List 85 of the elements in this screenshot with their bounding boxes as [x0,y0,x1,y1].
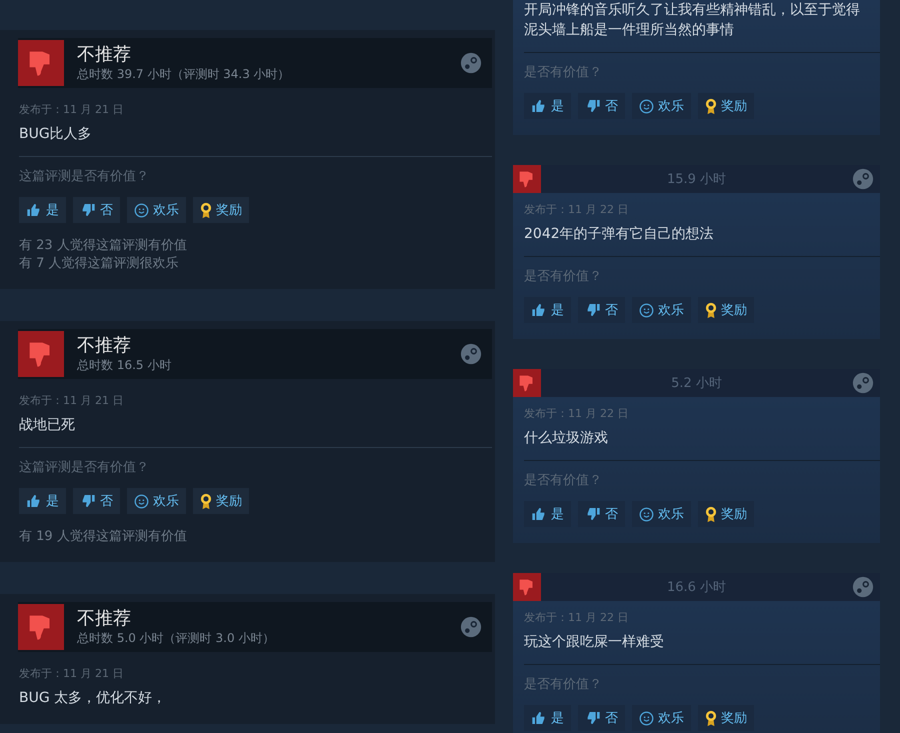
thumbs-up-icon [531,302,547,318]
playtime-text: 总时数 5.0 小时（评测时 3.0 小时） [77,630,276,646]
review-text: BUG 太多，优化不好， [19,689,168,708]
award-icon [705,302,717,318]
award-button[interactable]: 奖励 [698,501,754,527]
smile-icon [639,710,654,726]
logo-icon [852,576,874,598]
no-button[interactable]: 否 [73,197,120,223]
verdict-title: 不推荐 [77,44,132,66]
award-icon [705,506,717,522]
logo-icon [852,168,874,190]
smile-icon [134,202,149,218]
posted-date: 发布于：11 月 22 日 [524,202,630,217]
helpful-question: 这篇评测是否有价值？ [19,459,150,476]
verdict-title: 不推荐 [77,335,132,357]
posted-date: 发布于：11 月 21 日 [19,102,124,117]
no-button[interactable]: 否 [578,297,625,323]
posted-date: 发布于：11 月 22 日 [524,406,630,421]
yes-button[interactable]: 是 [524,93,571,119]
thumbs-down-icon [585,302,601,318]
helpful-count: 有 7 人觉得这篇评测很欢乐 [19,255,180,273]
smile-icon [639,302,654,318]
smile-icon [134,494,149,508]
posted-date: 发布于：11 月 22 日 [524,610,630,625]
review-text: 玩这个跟吃屎一样难受 [524,633,665,652]
logo-icon [852,372,874,394]
playtime-text: 总时数 39.7 小时（评测时 34.3 小时） [77,66,291,82]
logo-icon [460,616,482,638]
no-button[interactable]: 否 [73,488,120,514]
logo-icon [460,52,482,74]
award-icon [705,710,717,726]
posted-date: 发布于：11 月 21 日 [19,393,124,408]
playtime-text: 15.9 小时 [666,171,728,188]
logo-icon [460,343,482,365]
thumbs-up-icon [531,506,547,522]
thumbs-down-icon [80,493,96,509]
funny-button[interactable]: 欢乐 [632,501,691,527]
award-icon [200,202,212,218]
review-text: 什么垃圾游戏 [524,429,609,448]
review-text: 战地已死 [19,416,76,435]
thumbs-up-icon [26,202,42,218]
funny-button[interactable]: 欢乐 [127,488,186,514]
award-icon [705,98,717,114]
thumbs-up-icon [26,493,42,509]
thumbs-up-icon [531,710,547,726]
verdict-title: 不推荐 [77,608,132,630]
yes-button[interactable]: 是 [19,197,66,223]
yes-button[interactable]: 是 [19,488,66,514]
thumbs-down-icon [585,710,601,726]
thumbs-up-icon [531,98,547,114]
helpful-count: 有 19 人觉得这篇评测有价值 [19,528,188,546]
smile-icon [639,506,654,522]
no-button[interactable]: 否 [578,93,625,119]
funny-button[interactable]: 欢乐 [632,297,691,323]
helpful-question: 这篇评测是否有价值？ [19,168,150,185]
review-text: 2042年的子弹有它自己的想法 [524,225,715,244]
review-text: BUG比人多 [19,125,93,144]
yes-button[interactable]: 是 [524,705,571,731]
funny-button[interactable]: 欢乐 [127,197,186,223]
funny-button[interactable]: 欢乐 [632,93,691,119]
playtime-text: 5.2 小时 [670,375,723,392]
yes-button[interactable]: 是 [524,297,571,323]
no-button[interactable]: 否 [578,705,625,731]
helpful-question: 是否有价值？ [524,268,603,285]
thumbs-down-icon [585,98,601,114]
helpful-question: 是否有价值？ [524,676,603,693]
thumbs-down-icon [585,506,601,522]
posted-date: 发布于：11 月 21 日 [19,666,124,681]
helpful-count: 有 23 人觉得这篇评测有价值 [19,237,188,255]
award-button[interactable]: 奖励 [698,705,754,731]
helpful-question: 是否有价值？ [524,64,603,81]
helpful-question: 是否有价值？ [524,472,603,489]
award-icon [200,492,212,510]
award-button[interactable]: 奖励 [193,197,249,223]
yes-button[interactable]: 是 [524,501,571,527]
award-button[interactable]: 奖励 [193,488,249,514]
playtime-text: 16.6 小时 [666,579,728,596]
thumbs-down-icon [80,202,96,218]
award-button[interactable]: 奖励 [698,93,754,119]
funny-button[interactable]: 欢乐 [632,705,691,731]
smile-icon [639,98,654,114]
review-text: 开局冲锋的音乐听久了让我有些精神错乱，以至于觉得泥头墙上船是一件理所当然的事情 [524,1,861,40]
playtime-text: 总时数 16.5 小时 [77,357,172,373]
no-button[interactable]: 否 [578,501,625,527]
award-button[interactable]: 奖励 [698,297,754,323]
